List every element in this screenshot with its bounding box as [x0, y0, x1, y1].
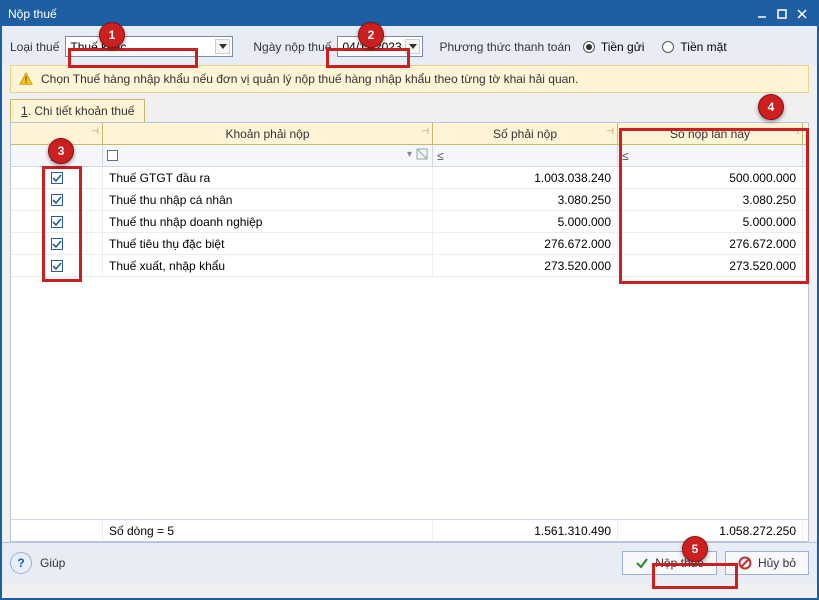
col-header-name[interactable]: Khoản phải nộp⊣ — [103, 123, 433, 144]
row-pay[interactable]: 273.520.000 — [618, 255, 803, 276]
chevron-down-icon — [215, 39, 230, 54]
row-due: 276.672.000 — [433, 233, 618, 254]
tax-type-label: Loại thuế — [10, 40, 59, 54]
warning-icon — [19, 72, 33, 86]
radio-bank-label: Tiền gửi — [601, 40, 645, 54]
titlebar: Nộp thuế — [2, 2, 817, 26]
row-name: Thuế GTGT đầu ra — [103, 167, 433, 188]
callout-2: 2 — [358, 22, 384, 48]
row-due: 3.080.250 — [433, 189, 618, 210]
filter-icon — [416, 148, 428, 160]
callout-1: 1 — [99, 22, 125, 48]
row-name: Thuế xuất, nhập khẩu — [103, 255, 433, 276]
filter-pay[interactable]: ≤ — [618, 145, 803, 166]
help-icon[interactable]: ? — [10, 552, 32, 574]
filter-due[interactable]: ≤ — [433, 145, 618, 166]
callout-3: 3 — [48, 138, 74, 164]
row-due: 1.003.038.240 — [433, 167, 618, 188]
footer-count: Số dòng = 5 — [103, 520, 433, 541]
table-row[interactable]: Thuế thu nhập cá nhân3.080.2503.080.250 — [11, 189, 808, 211]
payment-method-label: Phương thức thanh toán — [439, 40, 570, 54]
minimize-button[interactable] — [753, 6, 771, 22]
row-due: 5.000.000 — [433, 211, 618, 232]
col-header-pay[interactable]: Số nộp lần này⊣ — [618, 123, 803, 144]
grid: ⊣ Khoản phải nộp⊣ Số phải nộp⊣ Số nộp lầ… — [10, 122, 809, 542]
row-checkbox[interactable] — [11, 189, 103, 210]
footer-sum-pay: 1.058.272.250 — [618, 520, 803, 541]
row-name: Thuế tiêu thụ đặc biệt — [103, 233, 433, 254]
help-button[interactable]: Giúp — [40, 556, 65, 570]
info-banner: Chọn Thuế hàng nhập khẩu nếu đơn vị quản… — [10, 65, 809, 93]
close-button[interactable] — [793, 6, 811, 22]
chevron-down-icon — [405, 39, 420, 54]
table-row[interactable]: Thuế xuất, nhập khẩu273.520.000273.520.0… — [11, 255, 808, 277]
tax-type-combo[interactable]: Thuế khác — [65, 36, 233, 57]
date-label: Ngày nộp thuế — [253, 40, 331, 54]
col-header-due[interactable]: Số phải nộp⊣ — [433, 123, 618, 144]
table-row[interactable]: Thuế thu nhập doanh nghiệp5.000.0005.000… — [11, 211, 808, 233]
row-pay[interactable]: 5.000.000 — [618, 211, 803, 232]
row-checkbox[interactable] — [11, 167, 103, 188]
callout-4: 4 — [758, 94, 784, 120]
row-name: Thuế thu nhập doanh nghiệp — [103, 211, 433, 232]
table-row[interactable]: Thuế GTGT đầu ra1.003.038.240500.000.000 — [11, 167, 808, 189]
footer-sum-due: 1.561.310.490 — [433, 520, 618, 541]
row-name: Thuế thu nhập cá nhân — [103, 189, 433, 210]
cancel-icon — [738, 556, 752, 570]
row-due: 273.520.000 — [433, 255, 618, 276]
row-pay[interactable]: 276.672.000 — [618, 233, 803, 254]
callout-5: 5 — [682, 536, 708, 562]
check-icon — [635, 556, 649, 570]
row-checkbox[interactable] — [11, 211, 103, 232]
tab-detail[interactable]: 1. Chi tiết khoản thuế — [10, 99, 145, 122]
row-checkbox[interactable] — [11, 233, 103, 254]
radio-cash[interactable] — [662, 41, 674, 53]
row-pay[interactable]: 500.000.000 — [618, 167, 803, 188]
radio-bank[interactable] — [583, 41, 595, 53]
row-checkbox[interactable] — [11, 255, 103, 276]
table-row[interactable]: Thuế tiêu thụ đặc biệt276.672.000276.672… — [11, 233, 808, 255]
maximize-button[interactable] — [773, 6, 791, 22]
row-pay[interactable]: 3.080.250 — [618, 189, 803, 210]
banner-text: Chọn Thuế hàng nhập khẩu nếu đơn vị quản… — [41, 72, 578, 86]
filter-name[interactable]: ▾ — [103, 145, 433, 166]
window-title: Nộp thuế — [8, 7, 57, 21]
radio-cash-label: Tiền mặt — [680, 40, 726, 54]
cancel-button[interactable]: Hủy bỏ — [725, 551, 809, 575]
